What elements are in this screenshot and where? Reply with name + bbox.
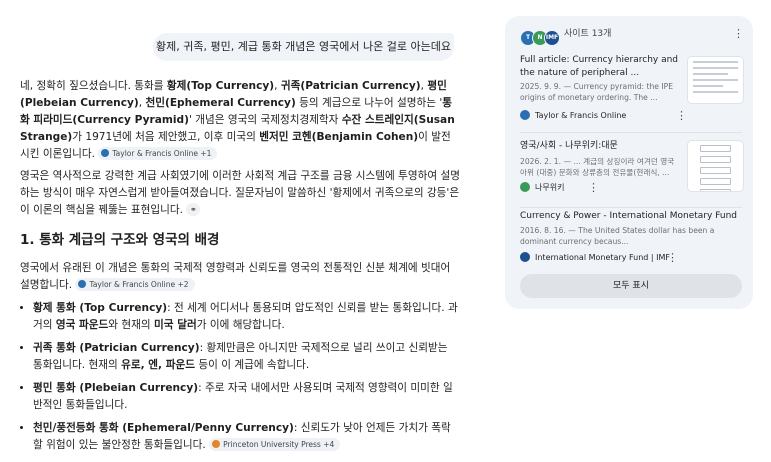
bold-term: 미국 달러 (154, 319, 197, 331)
source-card-snippet: 2026. 2. 1. — ... 계급의 상징이라 여겨던 영국 아위 (대중… (520, 157, 675, 177)
text: 네, 정확히 짚으셨습니다. 통화를 (20, 80, 167, 92)
source-card[interactable]: 영국/사회 - 나무위키:대문 2026. 2. 1. — ... 계급의 상징… (520, 132, 744, 208)
citation-chip-label: Princeton University Press +4 (223, 440, 335, 449)
source-card-source: 나무위키 (520, 182, 564, 194)
source-favicon (78, 280, 87, 288)
bold-term: 천민/풍전등화 통화 (Ephemeral/Penny Currency) (33, 422, 294, 434)
sources-count: 사이트 13개 (564, 29, 612, 39)
source-card-title: Currency & Power - International Monetar… (520, 211, 738, 221)
sources-header: T N IMF 사이트 13개 (520, 26, 612, 46)
bold-term: 황제 통화 (Top Currency) (33, 302, 168, 314)
source-favicon (520, 110, 530, 120)
citation-chip[interactable]: Princeton University Press +4 (209, 438, 341, 451)
citation-chip[interactable]: Taylor & Francis Online +1 (98, 147, 218, 160)
currency-tier-list: 황제 통화 (Top Currency): 전 세계 어디서나 통용되며 압도적… (20, 300, 460, 460)
citation-chip-label: Taylor & Francis Online +2 (89, 280, 189, 289)
text: 영국은 역사적으로 강력한 계급 사회였기에 이러한 사회적 계급 구조를 금융… (20, 170, 461, 216)
bold-term: 귀족 통화 (Patrician Currency) (33, 342, 200, 354)
bold-term: 영국 파운드 (55, 319, 109, 331)
more-vert-icon[interactable]: ⋮ (733, 28, 744, 40)
source-favicon (212, 440, 221, 448)
source-favicon (520, 182, 530, 192)
bold-term: 귀족(Patrician Currency) (280, 80, 421, 92)
bold-term: 천민(Ephemeral Currency) (145, 97, 296, 109)
text: 등이 이 계급에 속합니다. (194, 359, 310, 371)
answer-paragraph-2: 영국은 역사적으로 강력한 계급 사회였기에 이러한 사회적 계급 구조를 금융… (20, 168, 460, 219)
bold-term: 황제(Top Currency) (166, 80, 275, 92)
list-item: 평민 통화 (Plebeian Currency): 주로 자국 내에서만 사용… (33, 380, 460, 414)
source-favicon (101, 149, 110, 157)
text: 가 1971년에 처음 제안했고, 이후 미국의 (72, 131, 260, 143)
source-card[interactable]: Full article: Currency hierarchy and the… (520, 48, 744, 132)
source-name: International Monetary Fund | IMF (535, 253, 671, 262)
section-heading: 1. 통화 계급의 구조와 영국의 배경 (20, 232, 220, 248)
bold-term: 평민 통화 (Plebeian Currency) (33, 382, 199, 394)
source-card-source: International Monetary Fund | IMF (520, 252, 670, 264)
more-vert-icon[interactable]: ⋮ (667, 252, 678, 264)
text: 등의 계급으로 나누어 설명하는 ' (295, 97, 443, 109)
source-name: Taylor & Francis Online (535, 111, 627, 120)
list-item: 황제 통화 (Top Currency): 전 세계 어디서나 통용되며 압도적… (33, 300, 460, 334)
source-card[interactable]: Currency & Power - International Monetar… (520, 207, 742, 268)
source-favicon: IMF (544, 30, 560, 46)
list-item: 천민/풍전등화 통화 (Ephemeral/Penny Currency): 신… (33, 420, 460, 454)
more-vert-icon[interactable]: ⋮ (676, 110, 687, 122)
source-thumbnail (687, 140, 744, 192)
text: 가 이에 해당합니다. (196, 319, 285, 331)
source-card-title: 영국/사회 - 나무위키:대문 (520, 141, 618, 151)
text: 와 현재의 (108, 319, 155, 331)
link-icon[interactable]: ⚭ (186, 203, 201, 216)
bold-term: 벤저민 코헨(Benjamin Cohen) (259, 131, 419, 143)
source-favicon (520, 252, 530, 262)
bold-term: 유로, 엔, 파운드 (121, 359, 195, 371)
text: ' 개념은 영국의 국제정치경제학자 (188, 114, 342, 126)
user-query-bubble: 황제, 귀족, 평민, 계급 통화 개념은 영국에서 나온 걸로 아는데요 (153, 33, 454, 61)
sources-panel: T N IMF 사이트 13개 ⋮ Full article: Currency hi… (505, 16, 753, 309)
more-vert-icon[interactable]: ⋮ (588, 182, 599, 194)
show-all-button[interactable]: 모두 표시 (520, 274, 742, 298)
source-name: 나무위키 (535, 183, 565, 192)
source-thumbnail (687, 56, 744, 104)
source-card-title: Full article: Currency hierarchy and the… (520, 55, 679, 78)
source-card-snippet: 2025. 9. 9. — Currency pyramid: the IPE … (520, 82, 673, 102)
list-item: 귀족 통화 (Patrician Currency): 황제만큼은 아니지만 국… (33, 340, 460, 374)
answer-paragraph-1: 네, 정확히 짚으셨습니다. 통화를 황제(Top Currency), 귀족(… (20, 78, 460, 163)
text: , (274, 80, 281, 92)
answer-paragraph-3: 영국에서 유래된 이 개념은 통화의 국제적 영향력과 신뢰도를 영국의 전통적… (20, 260, 460, 294)
citation-chip[interactable]: Taylor & Francis Online +2 (75, 278, 195, 291)
source-card-source: Taylor & Francis Online (520, 110, 626, 122)
citation-chip-label: Taylor & Francis Online +1 (112, 149, 212, 158)
source-card-snippet: 2016. 8. 16. — The United States dollar … (520, 226, 715, 246)
